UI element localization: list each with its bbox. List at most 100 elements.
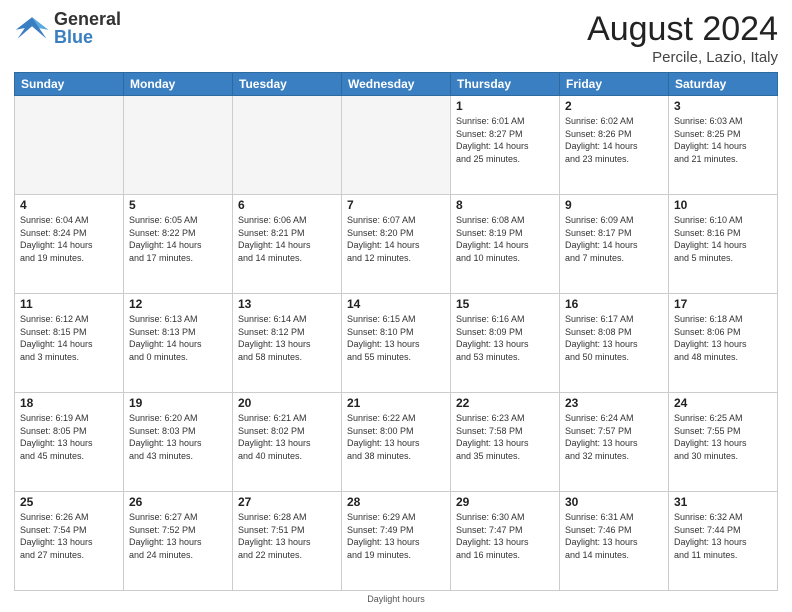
day-info: Sunrise: 6:05 AM Sunset: 8:22 PM Dayligh… <box>129 214 227 264</box>
day-number: 17 <box>674 297 772 311</box>
table-row: 28 Sunrise: 6:29 AM Sunset: 7:49 PM Dayli… <box>342 492 451 591</box>
day-number: 28 <box>347 495 445 509</box>
table-row: 25Sunrise: 6:26 AM Sunset: 7:54 PM Dayli… <box>15 492 124 591</box>
day-number: 21 <box>347 396 445 410</box>
day-number: 14 <box>347 297 445 311</box>
day-number: 20 <box>238 396 336 410</box>
day-number: 15 <box>456 297 554 311</box>
day-info: Sunrise: 6:12 AM Sunset: 8:15 PM Dayligh… <box>20 313 118 363</box>
logo-text: General Blue <box>54 10 121 46</box>
day-info: Sunrise: 6:22 AM Sunset: 8:00 PM Dayligh… <box>347 412 445 462</box>
title-area: August 2024 Percile, Lazio, Italy <box>587 10 778 66</box>
table-row: 18 Sunrise: 6:19 AM Sunset: 8:05 PM Dayli… <box>15 393 124 492</box>
day-info: Sunrise: 6:02 AM Sunset: 8:26 PM Dayligh… <box>565 115 663 165</box>
page: General Blue August 2024 Percile, Lazio,… <box>0 0 792 612</box>
day-number: 19 <box>129 396 227 410</box>
col-saturday: Saturday <box>669 73 778 96</box>
day-number: 10 <box>674 198 772 212</box>
day-info: Sunrise: 6:20 AM Sunset: 8:03 PM Dayligh… <box>129 412 227 462</box>
day-info: Sunrise: 6:03 AM Sunset: 8:25 PM Dayligh… <box>674 115 772 165</box>
day-info: Sunrise: 6:29 AM Sunset: 7:49 PM Dayligh… <box>347 511 445 561</box>
day-info: Sunrise: 6:14 AM Sunset: 8:12 PM Dayligh… <box>238 313 336 363</box>
day-info: Sunrise: 6:19 AM Sunset: 8:05 PM Dayligh… <box>20 412 118 462</box>
table-row: 30Sunrise: 6:31 AM Sunset: 7:46 PM Dayli… <box>560 492 669 591</box>
day-info: Sunrise: 6:31 AM Sunset: 7:46 PM Dayligh… <box>565 511 663 561</box>
day-info: Sunrise: 6:25 AM Sunset: 7:55 PM Dayligh… <box>674 412 772 462</box>
col-monday: Monday <box>124 73 233 96</box>
day-number: 11 <box>20 297 118 311</box>
table-row: 19 Sunrise: 6:20 AM Sunset: 8:03 PM Dayli… <box>124 393 233 492</box>
table-row: 5 Sunrise: 6:05 AM Sunset: 8:22 PM Daylig… <box>124 195 233 294</box>
footer-note: Daylight hours <box>14 594 778 604</box>
month-year: August 2024 <box>587 10 778 49</box>
header: General Blue August 2024 Percile, Lazio,… <box>14 10 778 66</box>
day-info: Sunrise: 6:21 AM Sunset: 8:02 PM Dayligh… <box>238 412 336 462</box>
table-row: 14 Sunrise: 6:15 AM Sunset: 8:10 PM Dayli… <box>342 294 451 393</box>
table-row: 23 Sunrise: 6:24 AM Sunset: 7:57 PM Dayli… <box>560 393 669 492</box>
day-number: 7 <box>347 198 445 212</box>
location: Percile, Lazio, Italy <box>587 49 778 66</box>
day-number: 26 <box>129 495 227 509</box>
day-number: 5 <box>129 198 227 212</box>
day-number: 12 <box>129 297 227 311</box>
logo: General Blue <box>14 10 121 46</box>
day-number: 16 <box>565 297 663 311</box>
table-row: 11 Sunrise: 6:12 AM Sunset: 8:15 PM Dayli… <box>15 294 124 393</box>
day-info: Sunrise: 6:04 AM Sunset: 8:24 PM Dayligh… <box>20 214 118 264</box>
week-row-3: 11 Sunrise: 6:12 AM Sunset: 8:15 PM Dayli… <box>15 294 778 393</box>
table-row: 9 Sunrise: 6:09 AM Sunset: 8:17 PM Daylig… <box>560 195 669 294</box>
day-info: Sunrise: 6:16 AM Sunset: 8:09 PM Dayligh… <box>456 313 554 363</box>
table-row: 31 Sunrise: 6:32 AM Sunset: 7:44 PM Dayli… <box>669 492 778 591</box>
day-number: 2 <box>565 99 663 113</box>
day-number: 1 <box>456 99 554 113</box>
col-sunday: Sunday <box>15 73 124 96</box>
table-row: 12 Sunrise: 6:13 AM Sunset: 8:13 PM Dayli… <box>124 294 233 393</box>
calendar-header-row: Sunday Monday Tuesday Wednesday Thursday… <box>15 73 778 96</box>
table-row: 17 Sunrise: 6:18 AM Sunset: 8:06 PM Dayli… <box>669 294 778 393</box>
day-info: Sunrise: 6:28 AM Sunset: 7:51 PM Dayligh… <box>238 511 336 561</box>
day-info: Sunrise: 6:30 AM Sunset: 7:47 PM Dayligh… <box>456 511 554 561</box>
day-info: Sunrise: 6:08 AM Sunset: 8:19 PM Dayligh… <box>456 214 554 264</box>
calendar-table: Sunday Monday Tuesday Wednesday Thursday… <box>14 72 778 591</box>
table-row <box>233 96 342 195</box>
logo-general-text: General <box>54 10 121 28</box>
day-number: 27 <box>238 495 336 509</box>
table-row: 3Sunrise: 6:03 AM Sunset: 8:25 PM Daylig… <box>669 96 778 195</box>
day-info: Sunrise: 6:15 AM Sunset: 8:10 PM Dayligh… <box>347 313 445 363</box>
day-number: 22 <box>456 396 554 410</box>
table-row: 29 Sunrise: 6:30 AM Sunset: 7:47 PM Dayli… <box>451 492 560 591</box>
table-row: 4Sunrise: 6:04 AM Sunset: 8:24 PM Daylig… <box>15 195 124 294</box>
day-info: Sunrise: 6:13 AM Sunset: 8:13 PM Dayligh… <box>129 313 227 363</box>
table-row: 26 Sunrise: 6:27 AM Sunset: 7:52 PM Dayli… <box>124 492 233 591</box>
day-info: Sunrise: 6:06 AM Sunset: 8:21 PM Dayligh… <box>238 214 336 264</box>
logo-icon <box>14 13 50 43</box>
day-info: Sunrise: 6:07 AM Sunset: 8:20 PM Dayligh… <box>347 214 445 264</box>
day-info: Sunrise: 6:17 AM Sunset: 8:08 PM Dayligh… <box>565 313 663 363</box>
week-row-4: 18 Sunrise: 6:19 AM Sunset: 8:05 PM Dayli… <box>15 393 778 492</box>
day-number: 9 <box>565 198 663 212</box>
day-info: Sunrise: 6:27 AM Sunset: 7:52 PM Dayligh… <box>129 511 227 561</box>
table-row: 27 Sunrise: 6:28 AM Sunset: 7:51 PM Dayli… <box>233 492 342 591</box>
day-info: Sunrise: 6:01 AM Sunset: 8:27 PM Dayligh… <box>456 115 554 165</box>
day-number: 18 <box>20 396 118 410</box>
day-number: 13 <box>238 297 336 311</box>
day-number: 29 <box>456 495 554 509</box>
table-row <box>342 96 451 195</box>
day-info: Sunrise: 6:32 AM Sunset: 7:44 PM Dayligh… <box>674 511 772 561</box>
day-number: 8 <box>456 198 554 212</box>
table-row <box>15 96 124 195</box>
table-row: 8 Sunrise: 6:08 AM Sunset: 8:19 PM Daylig… <box>451 195 560 294</box>
day-number: 23 <box>565 396 663 410</box>
col-tuesday: Tuesday <box>233 73 342 96</box>
day-info: Sunrise: 6:09 AM Sunset: 8:17 PM Dayligh… <box>565 214 663 264</box>
week-row-2: 4Sunrise: 6:04 AM Sunset: 8:24 PM Daylig… <box>15 195 778 294</box>
table-row: 22Sunrise: 6:23 AM Sunset: 7:58 PM Dayli… <box>451 393 560 492</box>
day-info: Sunrise: 6:26 AM Sunset: 7:54 PM Dayligh… <box>20 511 118 561</box>
day-number: 6 <box>238 198 336 212</box>
table-row: 24Sunrise: 6:25 AM Sunset: 7:55 PM Dayli… <box>669 393 778 492</box>
table-row: 20 Sunrise: 6:21 AM Sunset: 8:02 PM Dayli… <box>233 393 342 492</box>
day-info: Sunrise: 6:24 AM Sunset: 7:57 PM Dayligh… <box>565 412 663 462</box>
day-number: 31 <box>674 495 772 509</box>
day-info: Sunrise: 6:18 AM Sunset: 8:06 PM Dayligh… <box>674 313 772 363</box>
table-row <box>124 96 233 195</box>
